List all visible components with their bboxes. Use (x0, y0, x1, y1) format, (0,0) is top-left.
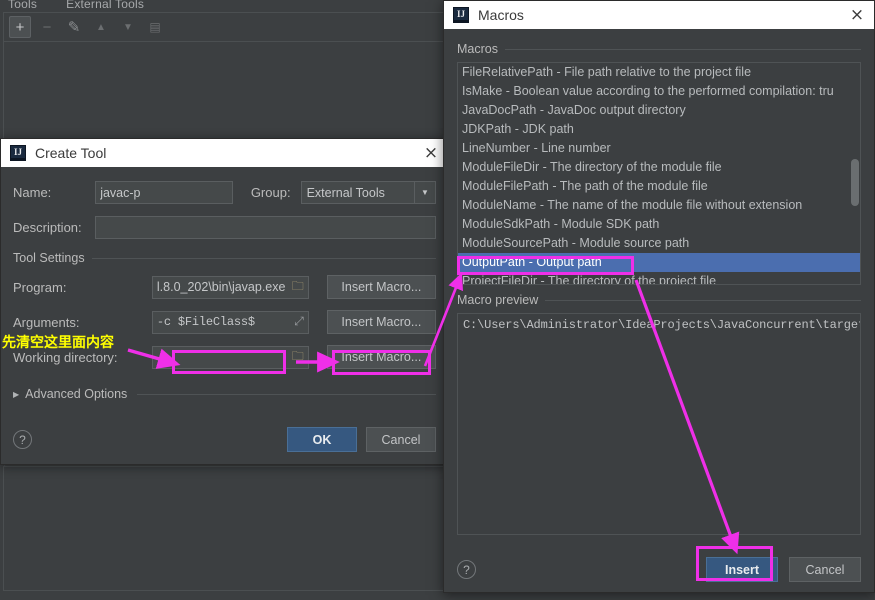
macros-body: Macros FileRelativePath - File path rela… (444, 29, 874, 594)
name-input-value: javac-p (100, 185, 141, 200)
annotation-box-insert-macro (332, 350, 431, 375)
macros-list-scroll[interactable]: FileRelativePath - File path relative to… (458, 63, 860, 284)
macro-list-item[interactable]: ModuleSourcePath - Module source path (458, 234, 860, 253)
macro-list-item[interactable]: IsMake - Boolean value according to the … (458, 82, 860, 101)
create-tool-body: Name: javac-p Group: External Tools ▼ De… (1, 167, 448, 466)
annotation-box-insert-button (696, 546, 773, 581)
intellij-logo-icon: IJ (10, 145, 26, 161)
tools-toolbar: + − ✎ ▲ ▼ ▤ (3, 12, 449, 41)
macro-list-item[interactable]: JDKPath - JDK path (458, 120, 860, 139)
close-icon[interactable]: × (420, 142, 442, 164)
macro-list-item[interactable]: JavaDocPath - JavaDoc output directory (458, 101, 860, 120)
macro-list-item[interactable]: LineNumber - Line number (458, 139, 860, 158)
create-tool-titlebar: IJ Create Tool × (1, 139, 448, 167)
create-tool-dialog: IJ Create Tool × Name: javac-p Group: Ex… (0, 138, 449, 465)
move-down-icon[interactable]: ▼ (117, 16, 139, 38)
tool-settings-label: Tool Settings (13, 251, 85, 265)
annotation-box-output-path (457, 256, 634, 275)
group-dropdown[interactable]: External Tools ▼ (300, 181, 436, 204)
arguments-label: Arguments: (13, 314, 80, 330)
arguments-input-value: -c $FileClass$ (156, 315, 255, 329)
preview-section: Macro preview (457, 293, 861, 307)
breadcrumb-tools[interactable]: Tools (8, 0, 37, 11)
name-label: Name: (13, 185, 52, 200)
create-tool-title: Create Tool (35, 145, 107, 161)
remove-icon[interactable]: − (36, 16, 58, 38)
breadcrumb-external-tools[interactable]: External Tools (66, 0, 144, 11)
macro-list-item[interactable]: ModuleFilePath - The path of the module … (458, 177, 860, 196)
group-dropdown-value: External Tools (306, 185, 385, 200)
macros-list[interactable]: FileRelativePath - File path relative to… (457, 62, 861, 285)
help-icon[interactable]: ? (13, 430, 32, 449)
description-label: Description: (13, 220, 82, 235)
advanced-options-toggle[interactable]: ▶ Advanced Options (13, 387, 436, 401)
macro-list-item[interactable]: ModuleName - The name of the module file… (458, 196, 860, 215)
move-up-icon[interactable]: ▲ (90, 16, 112, 38)
chevron-down-icon[interactable]: ▼ (414, 182, 435, 203)
program-input-value: l.8.0_202\bin\javap.exe (156, 280, 286, 294)
create-tool-footer: ? OK Cancel (13, 427, 436, 452)
description-row: Description: (13, 216, 436, 239)
ok-button[interactable]: OK (287, 427, 357, 452)
macro-list-item[interactable]: ModuleSdkPath - Module SDK path (458, 215, 860, 234)
advanced-options-label: Advanced Options (25, 387, 128, 401)
advanced-divider (137, 393, 436, 395)
program-insert-macro-button[interactable]: Insert Macro... (326, 275, 436, 299)
tools-detail-panel (3, 466, 449, 591)
macros-divider (504, 48, 861, 50)
breadcrumb: Tools External Tools (8, 0, 144, 11)
folder-icon[interactable]: 🗀 (292, 347, 304, 368)
macros-dialog: IJ Macros × Macros FileRelativePath - Fi… (443, 0, 875, 593)
close-icon[interactable]: × (846, 4, 868, 26)
arguments-input[interactable]: -c $FileClass$ ⤢ (151, 310, 309, 334)
tools-list-panel[interactable] (3, 41, 449, 141)
macro-preview-value: C:\Users\Administrator\IdeaProjects\Java… (457, 313, 861, 535)
macro-preview-label: Macro preview (457, 293, 539, 307)
section-divider (91, 257, 436, 259)
annotation-note-clear-field: 先清空这里面内容 (2, 335, 114, 351)
cancel-button[interactable]: Cancel (366, 427, 436, 452)
scrollbar-thumb[interactable] (851, 159, 859, 206)
intellij-logo-icon: IJ (453, 7, 469, 23)
name-input[interactable]: javac-p (95, 181, 233, 204)
program-label: Program: (13, 279, 67, 295)
copy-icon[interactable]: ▤ (144, 16, 166, 38)
help-icon[interactable]: ? (457, 560, 476, 579)
macro-list-item[interactable]: ModuleFileDir - The directory of the mod… (458, 158, 860, 177)
program-input[interactable]: l.8.0_202\bin\javap.exe 🗀 (151, 275, 309, 299)
macros-label: Macros (457, 42, 498, 56)
arguments-insert-macro-button[interactable]: Insert Macro... (326, 310, 436, 334)
name-row: Name: javac-p Group: External Tools ▼ (13, 181, 436, 204)
program-row: Program: l.8.0_202\bin\javap.exe 🗀 Inser… (13, 275, 436, 299)
macros-footer: ? Insert Cancel (457, 557, 861, 582)
expand-icon[interactable]: ⤢ (294, 315, 304, 329)
cancel-button[interactable]: Cancel (789, 557, 861, 582)
folder-icon[interactable]: 🗀 (292, 277, 304, 298)
macros-titlebar: IJ Macros × (444, 1, 874, 29)
macros-scrollbar[interactable] (851, 64, 859, 283)
macros-section: Macros (457, 42, 861, 56)
triangle-right-icon[interactable]: ▶ (13, 390, 19, 399)
macros-title: Macros (478, 7, 524, 23)
annotation-box-working-directory (172, 350, 286, 374)
group-label: Group: (250, 185, 291, 200)
macro-list-item[interactable]: FileRelativePath - File path relative to… (458, 63, 860, 82)
preview-divider (545, 299, 861, 301)
tool-settings-section: Tool Settings (13, 251, 436, 265)
arguments-row: Arguments: -c $FileClass$ ⤢ Insert Macro… (13, 310, 436, 334)
description-input[interactable] (95, 216, 436, 239)
add-icon[interactable]: + (9, 16, 31, 38)
edit-icon[interactable]: ✎ (63, 16, 85, 38)
screen-root: Tools External Tools + − ✎ ▲ ▼ ▤ IJ Crea… (0, 0, 875, 600)
